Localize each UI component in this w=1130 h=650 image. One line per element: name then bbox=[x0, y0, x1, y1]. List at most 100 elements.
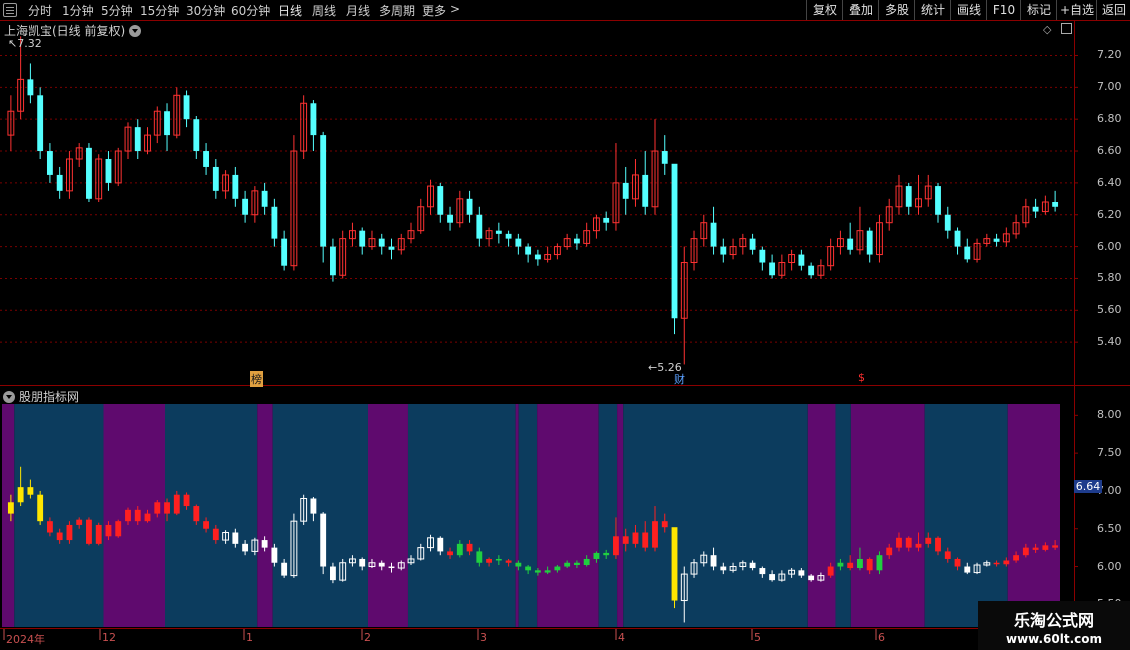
candle-body-up bbox=[153, 110, 161, 136]
indicator-body bbox=[944, 551, 951, 559]
indicator-body bbox=[837, 562, 844, 567]
candle-body-up bbox=[544, 254, 552, 260]
candle-body-up bbox=[173, 94, 181, 136]
indicator-body bbox=[905, 537, 912, 548]
toolbar-button-2[interactable]: 多股 bbox=[878, 0, 915, 20]
candle-body-down bbox=[1032, 206, 1039, 212]
candle-body-up bbox=[778, 262, 786, 276]
main-y-tick: 6.00 bbox=[1097, 239, 1122, 253]
diamond-icon[interactable]: ◇ bbox=[1043, 23, 1051, 36]
candle-body-up bbox=[300, 102, 308, 152]
indicator-body bbox=[993, 562, 1000, 565]
indicator-body bbox=[368, 562, 376, 568]
indicator-band-15 bbox=[835, 404, 851, 627]
rank-marker[interactable]: 榜 bbox=[250, 371, 263, 387]
tab-2[interactable]: 5分钟 bbox=[101, 2, 133, 19]
toolbar-button-3[interactable]: 统计 bbox=[914, 0, 951, 20]
x-axis-label: 2024年 bbox=[6, 633, 45, 646]
tab-3[interactable]: 15分钟 bbox=[140, 2, 179, 19]
toolbar-button-7[interactable]: +自选 bbox=[1056, 0, 1097, 20]
indicator-body bbox=[125, 509, 131, 522]
indicator-body bbox=[173, 494, 180, 514]
candle-body-down bbox=[710, 222, 717, 247]
candle-body-down bbox=[866, 230, 873, 255]
toolbar-button-6[interactable]: 标记 bbox=[1020, 0, 1057, 20]
window-icon[interactable] bbox=[1060, 23, 1072, 34]
indicator-body bbox=[710, 555, 717, 567]
tab-10[interactable]: 更多 bbox=[422, 2, 446, 19]
x-axis-label: 3 bbox=[480, 631, 487, 644]
finance-marker[interactable]: 财 bbox=[674, 371, 685, 387]
indicator-band-4 bbox=[257, 404, 273, 627]
candle-body-down bbox=[378, 238, 385, 247]
main-y-tick: 5.40 bbox=[1097, 335, 1122, 349]
tab-7[interactable]: 周线 bbox=[312, 2, 336, 19]
candle-body-up bbox=[563, 238, 571, 248]
tab-9[interactable]: 多周期 bbox=[379, 2, 415, 19]
sub-chart-title[interactable]: 股朋指标网 bbox=[3, 388, 79, 405]
candle-body-down bbox=[515, 238, 522, 247]
indicator-body bbox=[271, 547, 278, 563]
indicator-band-8 bbox=[515, 404, 519, 627]
candle-body-up bbox=[915, 198, 922, 208]
candle-body-down bbox=[271, 206, 278, 239]
tab-4[interactable]: 30分钟 bbox=[186, 2, 225, 19]
candle-body-down bbox=[749, 238, 756, 250]
candle-body-down bbox=[310, 103, 317, 136]
candle-body-up bbox=[124, 126, 132, 152]
indicator-body bbox=[876, 555, 883, 571]
x-axis-label: 1 bbox=[246, 631, 253, 644]
indicator-body bbox=[164, 502, 170, 514]
indicator-band-18 bbox=[1007, 404, 1060, 627]
indicator-band-11 bbox=[598, 404, 618, 627]
candle-body-down bbox=[56, 174, 63, 191]
dollar-marker[interactable]: $ bbox=[858, 371, 865, 384]
chevron-down-icon[interactable] bbox=[3, 391, 15, 403]
indicator-body bbox=[447, 551, 453, 556]
main-y-tick: 6.60 bbox=[1097, 144, 1122, 158]
candle-body-up bbox=[407, 230, 415, 240]
candle-body-up bbox=[290, 150, 298, 267]
indicator-body bbox=[642, 532, 649, 548]
tab-5[interactable]: 60分钟 bbox=[231, 2, 270, 19]
tab-1[interactable]: 1分钟 bbox=[62, 2, 94, 19]
candle-body-up bbox=[553, 246, 561, 256]
indicator-body bbox=[1052, 545, 1059, 548]
toolbar-button-5[interactable]: F10 bbox=[986, 0, 1021, 20]
candle-body-up bbox=[144, 134, 151, 152]
indicator-body bbox=[7, 502, 14, 514]
toolbar-button-4[interactable]: 画线 bbox=[950, 0, 987, 20]
candle-body-up bbox=[632, 174, 639, 200]
indicator-body bbox=[632, 532, 639, 544]
tab-8[interactable]: 月线 bbox=[346, 2, 370, 19]
candle-body-up bbox=[485, 230, 493, 240]
indicator-body bbox=[1022, 547, 1029, 556]
indicator-body bbox=[1013, 555, 1020, 561]
indicator-body bbox=[700, 554, 708, 564]
menu-icon[interactable] bbox=[3, 3, 17, 17]
indicator-body bbox=[622, 536, 629, 544]
tab-0[interactable]: 分时 bbox=[28, 2, 52, 19]
candle-body-down bbox=[847, 238, 854, 250]
x-axis-label: 2 bbox=[364, 631, 371, 644]
indicator-body bbox=[954, 558, 961, 567]
candle-body-down bbox=[134, 127, 141, 152]
indicator-body bbox=[86, 519, 92, 544]
chevron-down-icon[interactable] bbox=[129, 25, 142, 37]
indicator-band-16 bbox=[850, 404, 925, 627]
more-arrow-icon[interactable]: > bbox=[450, 2, 460, 16]
candle-body-down bbox=[622, 182, 629, 199]
indicator-body bbox=[759, 568, 766, 575]
toolbar-button-1[interactable]: 叠加 bbox=[842, 0, 879, 20]
toolbar-button-0[interactable]: 复权 bbox=[806, 0, 843, 20]
candle-body-down bbox=[164, 111, 170, 136]
candle-body-up bbox=[680, 262, 688, 319]
candle-body-down bbox=[954, 230, 961, 247]
toolbar-button-8[interactable]: 返回 bbox=[1096, 0, 1130, 20]
candle-body-down bbox=[86, 147, 92, 199]
tab-6[interactable]: 日线 bbox=[278, 2, 302, 19]
indicator-band-3 bbox=[165, 404, 258, 627]
indicator-band-13 bbox=[623, 404, 808, 627]
indicator-body bbox=[242, 543, 249, 552]
chart-area[interactable] bbox=[0, 0, 1130, 650]
